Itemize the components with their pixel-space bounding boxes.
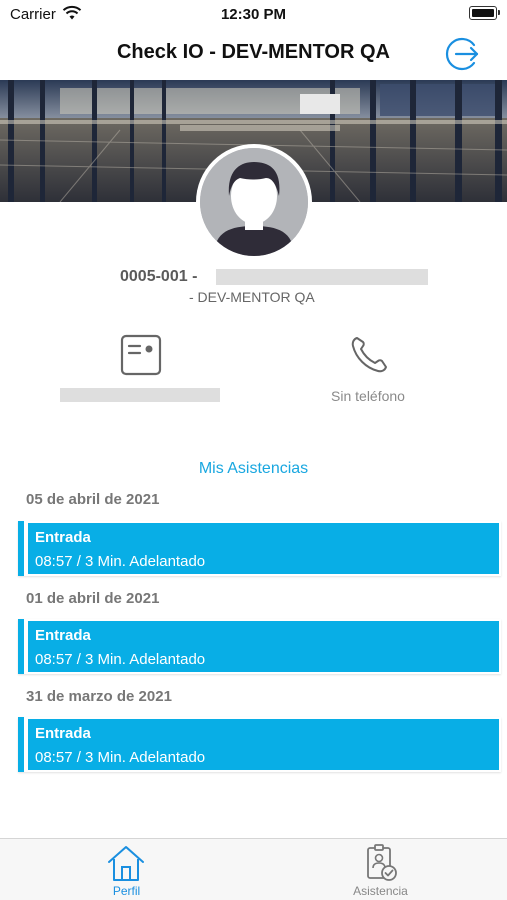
tab-asistencia[interactable]: Asistencia xyxy=(254,839,507,900)
day-header: 05 de abril de 2021 xyxy=(26,491,160,508)
record-type: Entrada xyxy=(35,725,91,742)
day-header: 31 de marzo de 2021 xyxy=(26,688,172,705)
user-identity: 0005-001 - xyxy=(0,268,507,288)
tab-bar: Perfil Asistencia xyxy=(0,838,507,900)
home-icon xyxy=(108,846,144,881)
redacted-name xyxy=(216,269,428,285)
phone-label: Sin teléfono xyxy=(331,388,405,404)
attendance-section-title: Mis Asistencias xyxy=(198,460,309,477)
id-card-icon xyxy=(120,334,162,376)
record-type: Entrada xyxy=(35,529,91,546)
logout-icon xyxy=(445,37,479,71)
page-title: Check IO - DEV-MENTOR QA xyxy=(116,41,390,63)
attendance-record[interactable]: Entrada 08:57 / 3 Min. Adelantado xyxy=(18,717,501,772)
badge-check-icon xyxy=(367,844,397,881)
battery-icon xyxy=(469,6,500,20)
tab-perfil[interactable]: Perfil xyxy=(0,839,253,900)
tab-label: Perfil xyxy=(112,884,141,898)
record-detail: 08:57 / 3 Min. Adelantado xyxy=(35,651,206,668)
record-type: Entrada xyxy=(35,627,91,644)
record-detail: 08:57 / 3 Min. Adelantado xyxy=(35,553,206,570)
attendance-record[interactable]: Entrada 08:57 / 3 Min. Adelantado xyxy=(18,521,501,576)
day-header: 01 de abril de 2021 xyxy=(26,590,160,607)
employee-code: 0005-001 - xyxy=(120,268,198,285)
attendance-record[interactable]: Entrada 08:57 / 3 Min. Adelantado xyxy=(18,619,501,674)
company-label: - DEV-MENTOR QA xyxy=(189,289,315,305)
redacted-id xyxy=(60,388,220,402)
avatar xyxy=(196,144,312,260)
id-info xyxy=(30,334,250,424)
logout-button[interactable] xyxy=(443,34,483,74)
user-placeholder-icon xyxy=(200,148,308,256)
record-detail: 08:57 / 3 Min. Adelantado xyxy=(35,749,206,766)
tab-label: Asistencia xyxy=(353,884,408,898)
navigation-bar: Check IO - DEV-MENTOR QA xyxy=(0,28,507,80)
status-time: 12:30 PM xyxy=(220,6,287,23)
phone-icon xyxy=(351,337,387,373)
status-bar: Carrier 12:30 PM xyxy=(0,0,507,28)
phone-info: Sin teléfono xyxy=(258,334,478,424)
